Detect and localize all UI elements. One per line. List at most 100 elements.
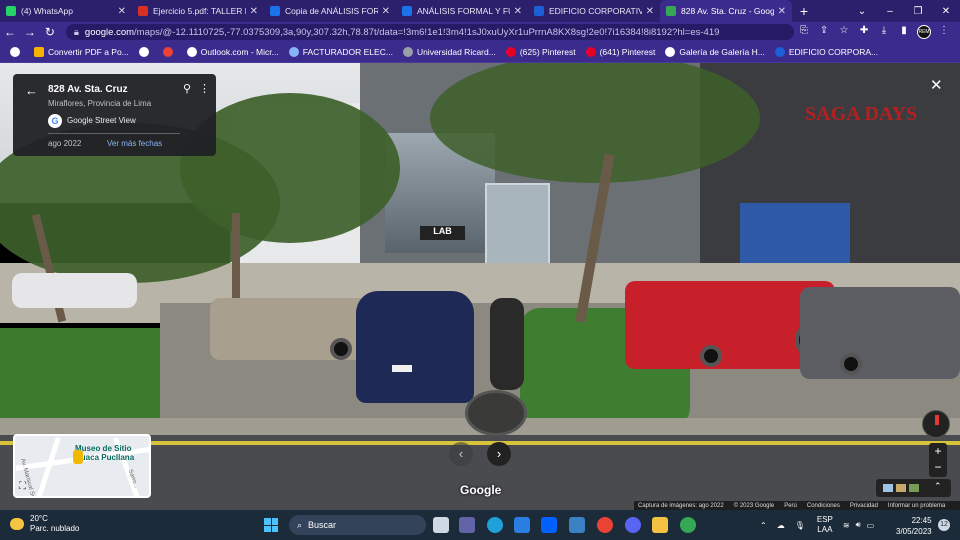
microphone-icon[interactable]: 🎙︎ bbox=[795, 521, 805, 530]
volume-icon[interactable]: 🔊︎ bbox=[856, 520, 861, 530]
dropbox-icon[interactable] bbox=[541, 517, 557, 533]
bookmark-convertir-pdf[interactable]: Convertir PDF a Po... bbox=[34, 47, 129, 57]
chrome-profile-icon[interactable] bbox=[680, 517, 696, 533]
toolbar: ← → ↻ 🔒︎ google.com/maps/@-12.1110725,-7… bbox=[0, 22, 960, 42]
bookmark-google[interactable] bbox=[10, 47, 24, 57]
edge-icon[interactable] bbox=[487, 517, 503, 533]
lang-primary: ESP bbox=[816, 515, 833, 524]
zoom-in-icon[interactable]: + bbox=[929, 443, 947, 459]
minimize-icon[interactable]: – bbox=[876, 6, 904, 17]
compass-icon[interactable] bbox=[922, 410, 950, 438]
download-icon[interactable]: ⤓ bbox=[874, 25, 894, 39]
street-view-panorama[interactable]: SAGA DAYS LAB ← 828 Av. Sta. Cruz Mirafl… bbox=[0, 63, 960, 510]
app-icon[interactable] bbox=[569, 517, 585, 533]
bookmark-slack[interactable] bbox=[162, 47, 177, 57]
thumbnail[interactable] bbox=[896, 484, 906, 492]
file-explorer-icon[interactable] bbox=[652, 517, 668, 533]
minimap[interactable]: Av. Mariscal Sucre Sarro... Museo de Sit… bbox=[13, 434, 151, 498]
more-options-icon[interactable]: ⋮ bbox=[199, 82, 210, 95]
more-dates-link[interactable]: Ver más fechas bbox=[107, 139, 162, 148]
install-icon[interactable]: ⎘ bbox=[794, 25, 814, 39]
slack-icon bbox=[162, 47, 173, 57]
tab-edificio[interactable]: EDIFICIO CORPORATIVO SA ✕ bbox=[528, 0, 660, 22]
teams-icon[interactable] bbox=[459, 517, 475, 533]
search-icon: ⌕ bbox=[297, 519, 303, 530]
date: 3/05/2023 bbox=[896, 527, 932, 536]
tab-google-maps[interactable]: 828 Av. Sta. Cruz - Google M ✕ bbox=[660, 0, 792, 22]
thumbnail[interactable] bbox=[883, 484, 893, 492]
tab-copia-analisis[interactable]: Copia de ANÁLISIS FORMAL ✕ bbox=[264, 0, 396, 22]
nav-back-arrow[interactable]: ‹ bbox=[449, 442, 473, 466]
store-icon[interactable] bbox=[514, 517, 530, 533]
chrome-icon[interactable] bbox=[597, 517, 613, 533]
tab-whatsapp[interactable]: (4) WhatsApp ✕ bbox=[0, 0, 132, 22]
bookmark-google-2[interactable] bbox=[138, 47, 153, 57]
menu-icon[interactable]: ⋮ bbox=[934, 25, 954, 39]
privacy-link[interactable]: Privacidad bbox=[850, 503, 878, 509]
wifi-icon[interactable]: ≋ bbox=[843, 521, 850, 530]
profile-avatar[interactable]: REM bbox=[917, 25, 932, 39]
map-pin-icon[interactable]: ⚲ bbox=[183, 82, 191, 95]
back-icon[interactable]: ← bbox=[0, 25, 20, 39]
nav-forward-arrow[interactable]: › bbox=[487, 442, 511, 466]
forward-icon[interactable]: → bbox=[20, 25, 40, 39]
thumbnail[interactable] bbox=[909, 484, 919, 492]
clock[interactable]: 22:45 3/05/2023 bbox=[896, 515, 932, 537]
weather-widget[interactable]: 20°C Parc. nublado bbox=[10, 514, 79, 534]
car-wheel bbox=[840, 353, 862, 375]
tab-title: Ejercicio 5.pdf: TALLER DE D bbox=[153, 6, 246, 16]
tab-pdf[interactable]: Ejercicio 5.pdf: TALLER DE D ✕ bbox=[132, 0, 264, 22]
chevron-up-icon[interactable]: ⌃ bbox=[760, 521, 767, 530]
bookmark-facturador[interactable]: FACTURADOR ELEC... bbox=[288, 47, 393, 57]
zoom-control: + − bbox=[929, 443, 947, 477]
street-view-label: Google Street View bbox=[67, 116, 136, 125]
bookmark-outlook[interactable]: Outlook.com - Micr... bbox=[186, 47, 279, 57]
back-arrow-icon[interactable]: ← bbox=[25, 83, 38, 98]
notification-badge[interactable]: 12 bbox=[938, 519, 950, 531]
close-icon[interactable]: ✕ bbox=[930, 76, 943, 94]
close-tab-icon[interactable]: ✕ bbox=[778, 6, 786, 17]
pegman-icon[interactable] bbox=[73, 450, 83, 464]
location-subtitle: Miraflores, Provincia de Lima bbox=[48, 99, 152, 108]
tab-analisis[interactable]: ANÁLISIS FORMAL Y FUNCI ✕ bbox=[396, 0, 528, 22]
cloud-icon[interactable]: ☁ bbox=[777, 521, 785, 530]
bookmark-universidad[interactable]: Universidad Ricard... bbox=[402, 47, 496, 57]
taskbar-search[interactable]: ⌕ Buscar bbox=[289, 515, 426, 535]
close-tab-icon[interactable]: ✕ bbox=[646, 6, 654, 17]
battery-icon[interactable]: ▭ bbox=[867, 521, 875, 530]
discord-icon[interactable] bbox=[625, 517, 641, 533]
zoom-out-icon[interactable]: − bbox=[929, 459, 947, 475]
google-icon bbox=[10, 47, 20, 57]
report-link[interactable]: Informar un problema bbox=[888, 503, 945, 509]
task-view-icon[interactable] bbox=[433, 517, 449, 533]
terms-link[interactable]: Condiciones bbox=[807, 503, 840, 509]
close-tab-icon[interactable]: ✕ bbox=[382, 6, 390, 17]
tab-search-icon[interactable]: ⌄ bbox=[848, 6, 876, 17]
window-controls: ⌄ – ❐ ✕ bbox=[848, 0, 960, 22]
close-tab-icon[interactable]: ✕ bbox=[514, 6, 522, 17]
language-indicator[interactable]: ESP LAA bbox=[817, 515, 833, 535]
close-tab-icon[interactable]: ✕ bbox=[250, 6, 258, 17]
windows-start-icon[interactable] bbox=[264, 518, 278, 532]
bookmark-pinterest-625[interactable]: (625) Pinterest bbox=[505, 47, 576, 57]
new-tab-button[interactable]: + bbox=[792, 3, 816, 19]
share-icon[interactable]: ⇪ bbox=[814, 25, 834, 39]
expand-up-icon[interactable]: ⌃ bbox=[934, 481, 942, 492]
car-gray bbox=[800, 287, 960, 379]
address-bar[interactable]: 🔒︎ google.com/maps/@-12.1110725,-77.0375… bbox=[65, 24, 795, 40]
bookmark-pinterest-641[interactable]: (641) Pinterest bbox=[585, 47, 655, 57]
taskbar: 20°C Parc. nublado ⌕ Buscar ⌃ ☁ 🎙︎ ESP LA… bbox=[0, 510, 960, 540]
reload-icon[interactable]: ↻ bbox=[40, 25, 60, 39]
close-window-icon[interactable]: ✕ bbox=[932, 6, 960, 17]
country-link[interactable]: Perú bbox=[784, 503, 797, 509]
extensions-icon[interactable]: ✚ bbox=[854, 25, 874, 39]
sidepanel-icon[interactable]: ▮ bbox=[894, 25, 914, 39]
restore-icon[interactable]: ❐ bbox=[904, 6, 932, 17]
imagery-thumbnails[interactable]: ⌃ bbox=[876, 479, 951, 497]
bookmark-galeria[interactable]: Galería de Galería H... bbox=[665, 47, 765, 57]
bookmark-edificio[interactable]: EDIFICIO CORPORA... bbox=[774, 47, 878, 57]
expand-map-icon[interactable]: ⛶ bbox=[19, 481, 33, 495]
tab-title: Copia de ANÁLISIS FORMAL bbox=[285, 6, 378, 16]
close-tab-icon[interactable]: ✕ bbox=[118, 6, 126, 17]
bookmark-star-icon[interactable]: ☆ bbox=[834, 25, 854, 39]
